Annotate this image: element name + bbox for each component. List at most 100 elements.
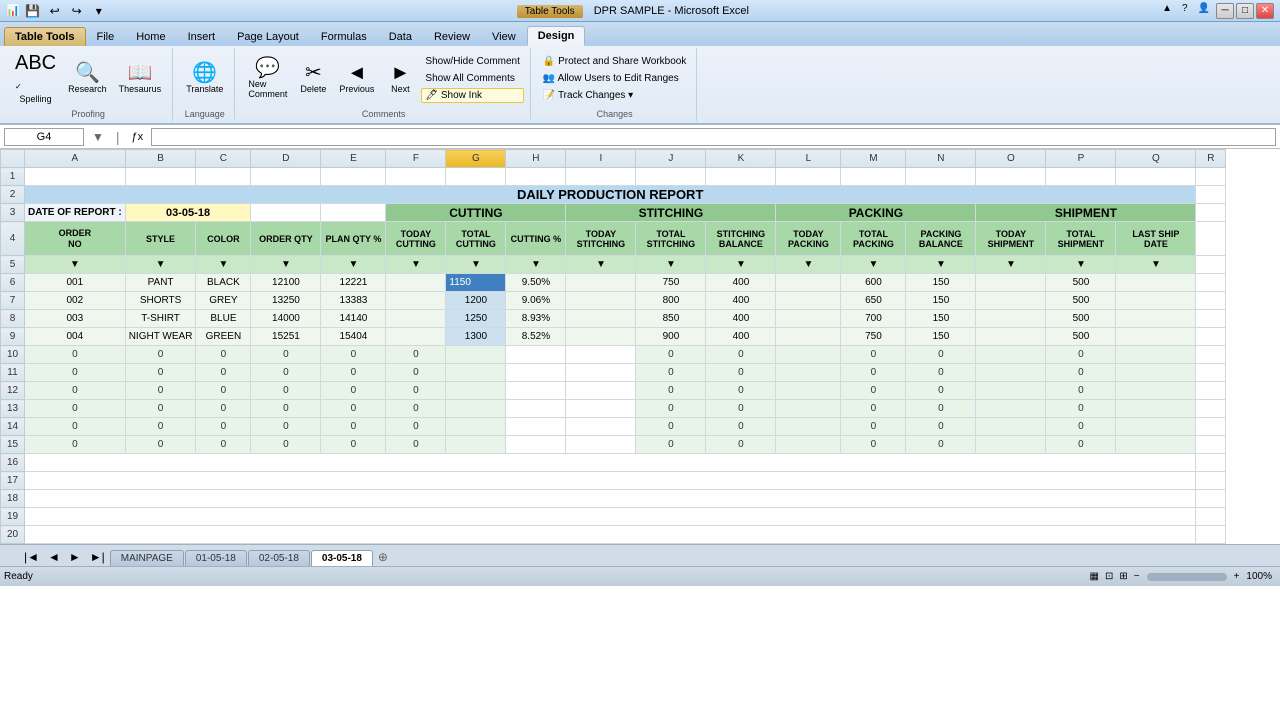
- E3[interactable]: [321, 204, 386, 222]
- F6[interactable]: [386, 274, 446, 292]
- R19[interactable]: [1196, 508, 1226, 526]
- allow-users-button[interactable]: 👥 Allow Users to Edit Ranges: [539, 71, 690, 86]
- C13[interactable]: 0: [196, 400, 251, 418]
- E1[interactable]: [321, 168, 386, 186]
- color-header[interactable]: COLOR: [196, 222, 251, 256]
- G15[interactable]: [446, 436, 506, 454]
- filter-P5[interactable]: ▼: [1046, 256, 1116, 274]
- I11[interactable]: [566, 364, 636, 382]
- col-M-header[interactable]: M: [841, 150, 906, 168]
- tab-insert[interactable]: Insert: [177, 27, 227, 46]
- sheet-nav-first[interactable]: |◄: [20, 548, 43, 566]
- A17[interactable]: [25, 472, 1196, 490]
- R10[interactable]: [1196, 346, 1226, 364]
- I10[interactable]: [566, 346, 636, 364]
- date-label-cell[interactable]: DATE OF REPORT :: [25, 204, 126, 222]
- order-qty-header[interactable]: ORDER QTY: [251, 222, 321, 256]
- Q13[interactable]: [1116, 400, 1196, 418]
- I7[interactable]: [566, 292, 636, 310]
- col-G-header[interactable]: G: [446, 150, 506, 168]
- O9[interactable]: [976, 328, 1046, 346]
- view-pagebreak[interactable]: ⊞: [1116, 571, 1130, 582]
- sheet-tab-03-05-18[interactable]: 03-05-18: [311, 550, 373, 566]
- Q11[interactable]: [1116, 364, 1196, 382]
- K6[interactable]: 400: [706, 274, 776, 292]
- B9[interactable]: NIGHT WEAR: [125, 328, 196, 346]
- total-stitching-header[interactable]: TOTAL STITCHING: [636, 222, 706, 256]
- show-all-comments-button[interactable]: Show All Comments: [421, 71, 523, 86]
- O7[interactable]: [976, 292, 1046, 310]
- Q1[interactable]: [1116, 168, 1196, 186]
- G10[interactable]: [446, 346, 506, 364]
- O11[interactable]: [976, 364, 1046, 382]
- B8[interactable]: T-SHIRT: [125, 310, 196, 328]
- I6[interactable]: [566, 274, 636, 292]
- account-icon[interactable]: 👤: [1194, 3, 1214, 19]
- packing-header-cell[interactable]: PACKING: [776, 204, 976, 222]
- col-N-header[interactable]: N: [906, 150, 976, 168]
- filter-Q5[interactable]: ▼: [1116, 256, 1196, 274]
- filter-E5[interactable]: ▼: [321, 256, 386, 274]
- tab-design[interactable]: Design: [527, 26, 586, 46]
- B1[interactable]: [125, 168, 196, 186]
- last-ship-date-header[interactable]: LAST SHIP DATE: [1116, 222, 1196, 256]
- R17[interactable]: [1196, 472, 1226, 490]
- N13[interactable]: 0: [906, 400, 976, 418]
- next-button[interactable]: ► Next: [381, 60, 419, 97]
- N15[interactable]: 0: [906, 436, 976, 454]
- packing-balance-header[interactable]: PACKING BALANCE: [906, 222, 976, 256]
- A14[interactable]: 0: [25, 418, 126, 436]
- F1[interactable]: [386, 168, 446, 186]
- view-normal[interactable]: ▦: [1087, 571, 1102, 582]
- K14[interactable]: 0: [706, 418, 776, 436]
- O6[interactable]: [976, 274, 1046, 292]
- J10[interactable]: 0: [636, 346, 706, 364]
- filter-K5[interactable]: ▼: [706, 256, 776, 274]
- J9[interactable]: 900: [636, 328, 706, 346]
- col-C-header[interactable]: C: [196, 150, 251, 168]
- B6[interactable]: PANT: [125, 274, 196, 292]
- N11[interactable]: 0: [906, 364, 976, 382]
- filter-G5[interactable]: ▼: [446, 256, 506, 274]
- view-layout[interactable]: ⊡: [1102, 571, 1116, 582]
- R18[interactable]: [1196, 490, 1226, 508]
- L13[interactable]: [776, 400, 841, 418]
- E7[interactable]: 13383: [321, 292, 386, 310]
- D1[interactable]: [251, 168, 321, 186]
- J13[interactable]: 0: [636, 400, 706, 418]
- G9[interactable]: 1300: [446, 328, 506, 346]
- show-ink-button[interactable]: 🖊 Show Ink: [421, 88, 523, 103]
- P10[interactable]: 0: [1046, 346, 1116, 364]
- M8[interactable]: 700: [841, 310, 906, 328]
- A20[interactable]: [25, 526, 1196, 544]
- sheet-container[interactable]: A B C D E F G H I J K L M N O P Q: [0, 149, 1280, 544]
- protect-share-button[interactable]: 🔒 Protect and Share Workbook: [539, 54, 690, 69]
- stitching-balance-header[interactable]: STITCHING BALANCE: [706, 222, 776, 256]
- M12[interactable]: 0: [841, 382, 906, 400]
- date-value-cell[interactable]: 03-05-18: [125, 204, 251, 222]
- R13[interactable]: [1196, 400, 1226, 418]
- I1[interactable]: [566, 168, 636, 186]
- B14[interactable]: 0: [125, 418, 196, 436]
- C15[interactable]: 0: [196, 436, 251, 454]
- F14[interactable]: 0: [386, 418, 446, 436]
- F10[interactable]: 0: [386, 346, 446, 364]
- N7[interactable]: 150: [906, 292, 976, 310]
- B7[interactable]: SHORTS: [125, 292, 196, 310]
- I14[interactable]: [566, 418, 636, 436]
- D14[interactable]: 0: [251, 418, 321, 436]
- redo-icon[interactable]: ↪: [68, 2, 86, 20]
- P12[interactable]: 0: [1046, 382, 1116, 400]
- maximize-button[interactable]: □: [1236, 3, 1254, 19]
- I9[interactable]: [566, 328, 636, 346]
- G13[interactable]: [446, 400, 506, 418]
- col-J-header[interactable]: J: [636, 150, 706, 168]
- sheet-tab-add[interactable]: ⊕: [374, 548, 392, 566]
- R6[interactable]: [1196, 274, 1226, 292]
- B10[interactable]: 0: [125, 346, 196, 364]
- M6[interactable]: 600: [841, 274, 906, 292]
- Q10[interactable]: [1116, 346, 1196, 364]
- D3[interactable]: [251, 204, 321, 222]
- H12[interactable]: [506, 382, 566, 400]
- J12[interactable]: 0: [636, 382, 706, 400]
